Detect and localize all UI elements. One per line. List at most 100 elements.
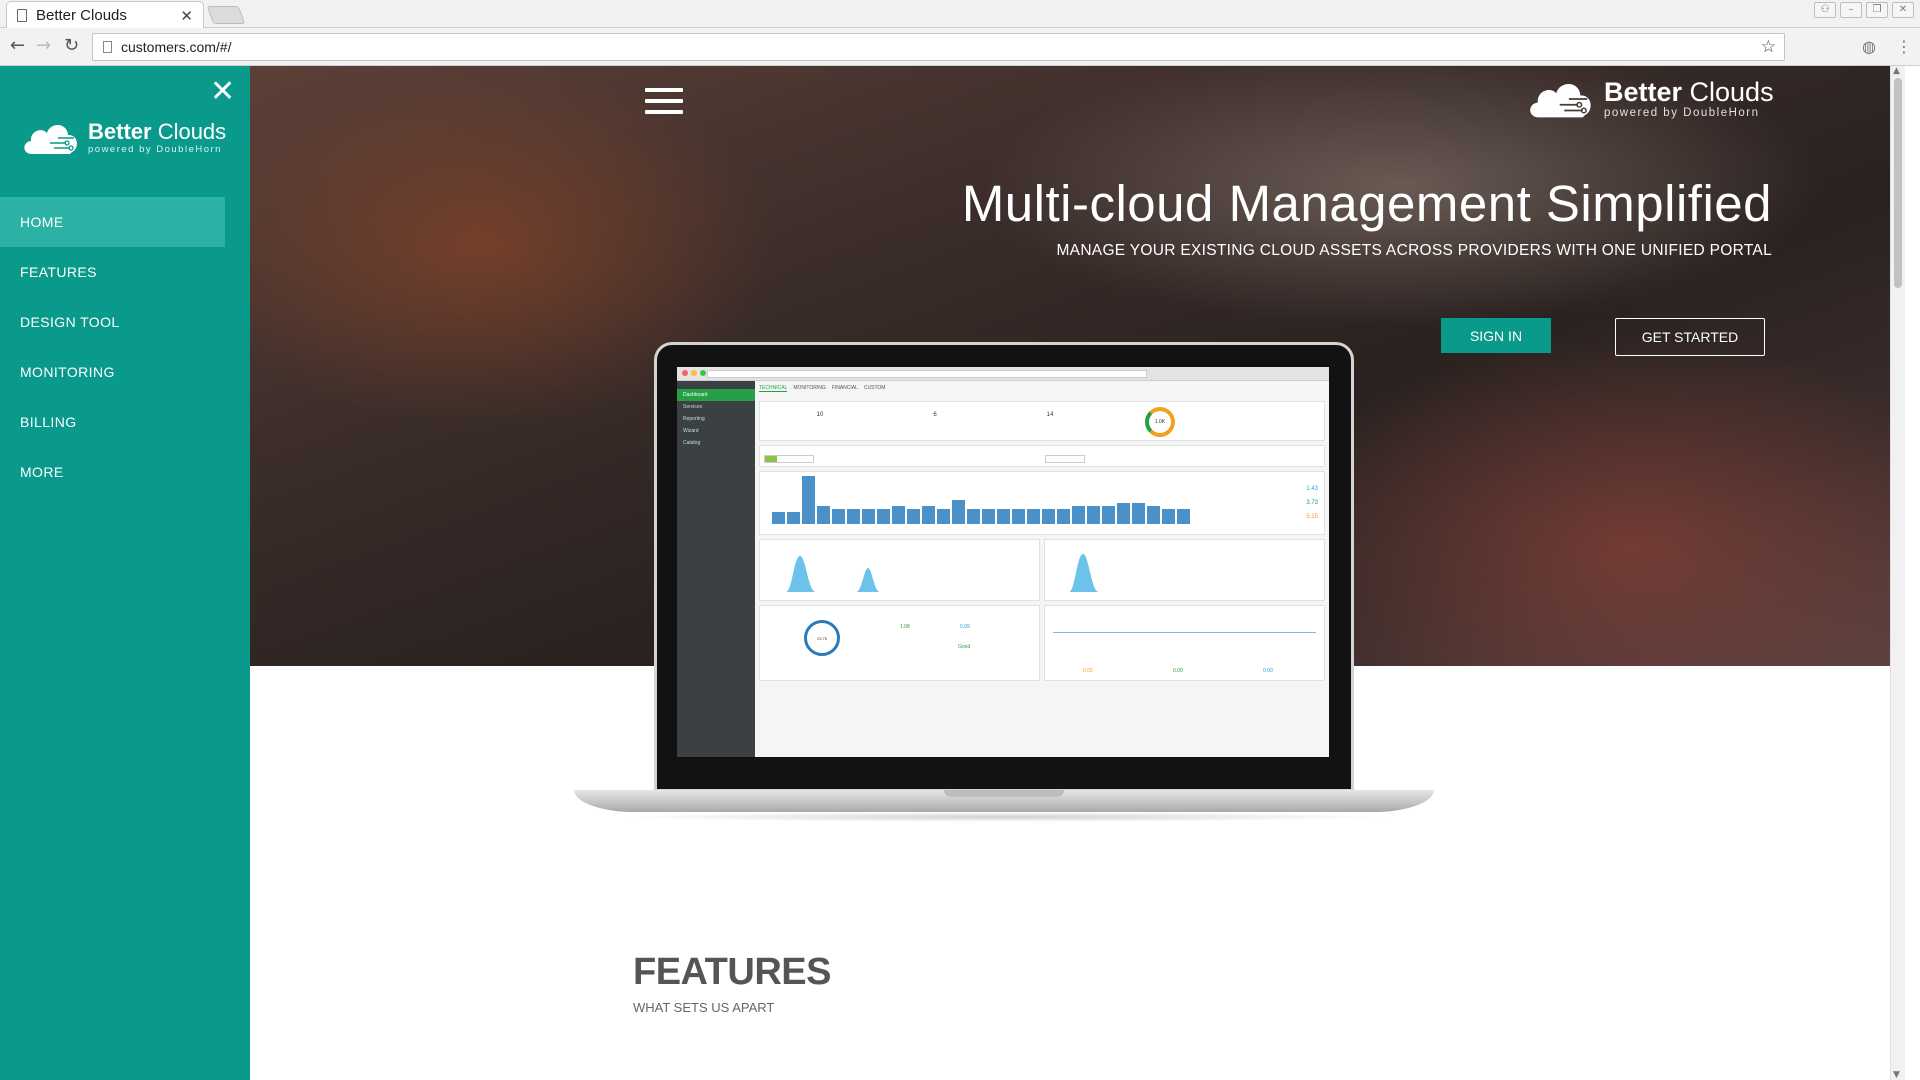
browser-tab[interactable]: Better Clouds ✕ — [6, 1, 204, 29]
page-scrollbar[interactable]: ▲ ▼ — [1890, 66, 1905, 1080]
close-menu-icon[interactable]: ✕ — [210, 74, 235, 109]
screenshot-metric: 0.99 — [960, 624, 970, 630]
screenshot-bar — [1117, 503, 1130, 524]
screenshot-bar — [982, 509, 995, 524]
logo-word-bold: Better — [88, 119, 152, 145]
screenshot-bar — [1057, 509, 1070, 524]
sidebar-item-features[interactable]: FEATURES — [0, 247, 250, 297]
screenshot-metric: 1.08 — [900, 624, 910, 630]
screenshot-bar — [1177, 509, 1190, 524]
screenshot-stat: 14 — [1046, 412, 1054, 418]
screenshot-browser-bar — [677, 367, 1329, 381]
screenshot-bars — [772, 454, 1190, 524]
screenshot-network-out-chart — [1051, 554, 1311, 592]
side-nav: ✕ Better Clouds powered by DoubleHorn HO… — [0, 66, 250, 1080]
profile-icon[interactable]: ⚇ — [1814, 2, 1836, 18]
screenshot-metric: 0.00 — [1263, 668, 1273, 674]
screenshot-network-in-card — [759, 539, 1040, 601]
screenshot-tab: TECHNICAL — [759, 385, 788, 392]
screenshot-network-in-chart — [766, 556, 1026, 592]
new-tab-button[interactable] — [206, 6, 246, 24]
screenshot-metric: 0.00 — [1083, 668, 1093, 674]
screenshot-stat: 10 — [816, 412, 824, 418]
screenshot-bar — [1012, 509, 1025, 524]
close-window-button[interactable]: ✕ — [1892, 2, 1914, 18]
screenshot-tab: CUSTOM — [863, 385, 886, 391]
screenshot-bar — [817, 506, 830, 524]
page-info-icon[interactable] — [103, 41, 112, 53]
screenshot-bar — [997, 509, 1010, 524]
screenshot-stats-card: 10 6 14 1.0K — [759, 401, 1325, 441]
features-title: FEATURES — [633, 951, 831, 993]
screenshot-bar — [832, 509, 845, 524]
logo-tagline: powered by DoubleHorn — [88, 144, 222, 156]
screenshot-bar — [862, 509, 875, 524]
screenshot-bar — [1072, 506, 1085, 524]
screenshot-metric: 3.73 — [1306, 500, 1318, 506]
hero-title: Multi-cloud Management Simplified — [961, 175, 1772, 232]
window-controls: ⚇ – ❐ ✕ — [1814, 2, 1914, 18]
features-section: FEATURES WHAT SETS US APART — [633, 951, 831, 1015]
screenshot-bar — [1087, 506, 1100, 524]
screenshot-bar — [907, 509, 920, 524]
screenshot-sidebar: Dashboard Services Reporting Wizard Cata… — [677, 381, 755, 757]
sidebar-item-home[interactable]: HOME — [0, 197, 225, 247]
screenshot-bar — [952, 500, 965, 524]
laptop-base — [574, 790, 1434, 812]
screenshot-nav-item: Reporting — [683, 416, 705, 422]
screenshot-bar — [1042, 509, 1055, 524]
laptop-mockup: Dashboard Services Reporting Wizard Cata… — [574, 342, 1434, 822]
hero-subtitle: MANAGE YOUR EXISTING CLOUD ASSETS ACROSS… — [1056, 242, 1772, 259]
sidebar-item-design-tool[interactable]: DESIGN TOOL — [0, 297, 250, 347]
reload-icon[interactable]: ↻ — [64, 35, 79, 56]
sign-in-button[interactable]: SIGN IN — [1441, 318, 1551, 353]
screenshot-ring: 23.75 — [804, 620, 840, 656]
screenshot-network-out-card — [1044, 539, 1325, 601]
logo-word-rest: Clouds — [1682, 76, 1774, 107]
extension-icon[interactable]: ◍ — [1862, 37, 1876, 56]
screenshot-tabs: TECHNICAL MONITORING FINANCIAL CUSTOM — [759, 385, 1325, 392]
hero-logo[interactable]: Better Clouds powered by DoubleHorn — [1524, 76, 1774, 122]
sidebar-item-billing[interactable]: BILLING — [0, 397, 250, 447]
screenshot-metric: 0.00 — [1173, 668, 1183, 674]
browser-toolbar: ← → ↻ customers.com/#/ ☆ ◍ ⋮ — [0, 28, 1920, 66]
screenshot-bar — [772, 512, 785, 524]
back-icon[interactable]: ← — [10, 35, 25, 56]
screenshot-nav-item: Dashboard — [677, 389, 755, 401]
hamburger-menu-icon[interactable] — [645, 88, 683, 118]
screenshot-bar — [967, 509, 980, 524]
screenshot-bar — [1147, 506, 1160, 524]
browser-menu-icon[interactable]: ⋮ — [1896, 37, 1912, 56]
sidebar-item-more[interactable]: MORE — [0, 447, 250, 497]
tab-close-icon[interactable]: ✕ — [180, 7, 193, 25]
logo-word-bold: Better — [1604, 76, 1683, 107]
scroll-up-icon[interactable]: ▲ — [1893, 66, 1900, 76]
laptop-lid: Dashboard Services Reporting Wizard Cata… — [654, 342, 1354, 792]
sidebar-menu: HOME FEATURES DESIGN TOOL MONITORING BIL… — [0, 197, 250, 497]
cloud-logo-icon — [24, 124, 77, 154]
browser-tabstrip: Better Clouds ✕ ⚇ – ❐ ✕ — [0, 0, 1920, 29]
address-bar[interactable]: customers.com/#/ ☆ — [92, 33, 1785, 61]
scroll-down-icon[interactable]: ▼ — [1893, 1070, 1900, 1080]
screenshot-stat: 6 — [933, 412, 937, 418]
get-started-button[interactable]: GET STARTED — [1615, 318, 1765, 356]
screenshot-bar — [1132, 503, 1145, 524]
screenshot-main: TECHNICAL MONITORING FINANCIAL CUSTOM 10… — [759, 385, 1325, 753]
sidebar-logo[interactable]: Better Clouds powered by DoubleHorn — [20, 118, 226, 158]
forward-icon[interactable]: → — [36, 35, 51, 56]
screenshot-bar — [877, 509, 890, 524]
screenshot-donut: 1.0K — [1145, 407, 1175, 437]
sidebar-item-monitoring[interactable]: MONITORING — [0, 347, 250, 397]
bookmark-star-icon[interactable]: ☆ — [1761, 37, 1776, 57]
cloud-logo-icon — [1530, 84, 1591, 118]
screenshot-bar — [892, 506, 905, 524]
screenshot-nav-item: Wizard — [683, 428, 699, 434]
screenshot-disk-read-card: 23.75 1.08 0.99 Good — [759, 605, 1040, 681]
screenshot-bar — [787, 512, 800, 524]
screenshot-tab: FINANCIAL — [831, 385, 858, 391]
minimize-button[interactable]: – — [1840, 2, 1862, 18]
page-viewport: ✕ Better Clouds powered by DoubleHorn HO… — [0, 66, 1920, 1080]
url-text[interactable]: customers.com/#/ — [121, 39, 1761, 55]
scrollbar-thumb[interactable] — [1894, 78, 1902, 288]
restore-button[interactable]: ❐ — [1866, 2, 1888, 18]
